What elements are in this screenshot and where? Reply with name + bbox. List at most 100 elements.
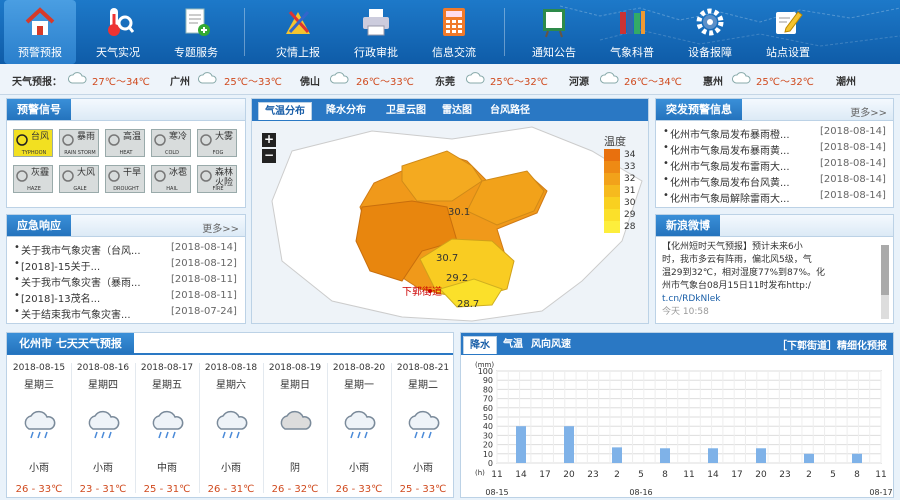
ticker-temp: 26℃～33℃ xyxy=(356,77,414,88)
nav-item-science[interactable]: 气象科普 xyxy=(596,0,668,64)
list-item-date: [2018-08-12] xyxy=(171,258,237,269)
weibo-link[interactable]: t.cn/RDkNlek xyxy=(662,293,874,306)
day-separator xyxy=(263,363,264,493)
warning-en-label: HAIL xyxy=(166,186,178,192)
nav-label: 预警预报 xyxy=(18,46,62,59)
x-tick-label: 8 xyxy=(854,470,860,480)
forecast-weather: 小雨 xyxy=(29,463,49,474)
tab-wind[interactable]: 风向风速 xyxy=(525,336,577,354)
y-tick-label: 0 xyxy=(488,459,493,468)
nav-item-notice[interactable]: 通知公告 xyxy=(518,0,590,64)
bullet: • xyxy=(14,274,20,285)
ticker-label: 天气预报： xyxy=(12,77,62,88)
x-tick-label: 17 xyxy=(731,470,742,480)
forecast-date: 2018-08-15 xyxy=(12,363,66,373)
nav-item-warning-forecast[interactable]: 预警预报 xyxy=(4,0,76,64)
forecast-date: 2018-08-19 xyxy=(268,363,322,373)
fire-warning-icon[interactable]: 森林火险 FIRE xyxy=(197,165,237,193)
nav-item-admin-approval[interactable]: 行政审批 xyxy=(340,0,412,64)
ticker-city: 佛山 xyxy=(300,77,320,88)
tab-temperature[interactable]: 气温分布 xyxy=(258,102,312,120)
weibo-line: 【化州短时天气预报】预计未来6小 xyxy=(662,242,803,252)
nav-item-disaster-report[interactable]: 灾情上报 xyxy=(262,0,334,64)
forecast-ticker: 天气预报： 27℃～34℃ 广州 25℃～33℃ 佛山 26℃～33℃ 东莞 2… xyxy=(0,64,900,95)
zoom-out-button[interactable]: − xyxy=(262,149,276,163)
legend-value: 32 xyxy=(624,174,636,184)
list-item[interactable]: 化州市气象局解除雷雨大... [2018-08-14] • xyxy=(663,190,886,205)
nav-item-special-service[interactable]: 专题服务 xyxy=(160,0,232,64)
x-tick-label: 8 xyxy=(662,470,668,480)
fog-warning-icon[interactable]: 大雾 FOG xyxy=(197,129,237,157)
tab-precipitation[interactable]: 降水分布 xyxy=(320,102,372,120)
gale-warning-icon[interactable]: 大风 GALE xyxy=(59,165,99,193)
list-item[interactable]: 关于结束我市气象灾害... [2018-07-24] • xyxy=(14,306,237,321)
list-item[interactable]: [2018]-13茂名... [2018-08-11] • xyxy=(14,290,237,305)
forecast-weather: 小雨 xyxy=(93,463,113,474)
thermometer-icon xyxy=(108,8,134,36)
more-link[interactable]: 更多>> xyxy=(850,104,887,119)
list-item-text: 关于结束我市气象灾害... xyxy=(21,310,131,321)
cloud-icon xyxy=(198,72,217,84)
x-tick-label: 14 xyxy=(707,470,719,480)
list-item-date: [2018-08-14] xyxy=(820,174,886,185)
warning-en-label: FIRE xyxy=(212,186,224,192)
haze-warning-icon[interactable]: 灰霾 HAZE xyxy=(13,165,53,193)
list-item[interactable]: 化州市气象局发布暴雨橙... [2018-08-14] • xyxy=(663,126,886,141)
temperature-map-panel: 气温分布 降水分布 卫星云图 雷达图 台风路径 30.1 30.7 29.2 2… xyxy=(251,98,649,324)
list-item[interactable]: 关于我市气象灾害（暴雨... [2018-08-11] • xyxy=(14,274,237,289)
panel-title: 预警信号 xyxy=(7,99,71,120)
list-item[interactable]: 化州市气象局发布暴雨黄... [2018-08-14] • xyxy=(663,142,886,157)
day-separator xyxy=(391,363,392,493)
legend-value: 31 xyxy=(624,186,636,196)
bullet: • xyxy=(663,174,669,185)
nav-label: 专题服务 xyxy=(174,46,218,59)
typhoon-warning-icon[interactable]: 台风 TYPHOON xyxy=(13,129,53,157)
tab-satellite[interactable]: 卫星云图 xyxy=(380,102,432,120)
warning-symbol-icon xyxy=(62,134,74,146)
panel-title: 应急响应 xyxy=(7,215,71,236)
nav-item-device-report[interactable]: 设备报障 xyxy=(674,0,746,64)
forecast-date: 2018-08-17 xyxy=(140,363,194,373)
ticker-temp: 26℃～34℃ xyxy=(624,77,682,88)
heat-warning-icon[interactable]: 高温 HEAT xyxy=(105,129,145,157)
zoom-in-button[interactable]: + xyxy=(262,133,276,147)
weibo-scrollbar[interactable] xyxy=(881,245,889,319)
warning-en-label: HAZE xyxy=(27,186,41,192)
cold-warning-icon[interactable]: 寒冷 COLD xyxy=(151,129,191,157)
rainstorm-warning-icon[interactable]: 暴雨 RAIN STORM xyxy=(59,129,99,157)
list-item[interactable]: 关于我市气象灾害（台风... [2018-08-14] • xyxy=(14,242,237,257)
y-axis-unit: (mm) xyxy=(475,361,494,369)
panel-header: 预警信号 xyxy=(7,99,245,121)
tab-radar[interactable]: 雷达图 xyxy=(436,102,478,120)
date-label: 08-17 xyxy=(869,488,892,497)
forecast-day: 2018-08-16 星期四 小雨 23 - 31℃ xyxy=(71,363,135,497)
warning-symbol-icon xyxy=(154,170,166,182)
hail-warning-icon[interactable]: 冰雹 HAIL xyxy=(151,165,191,193)
nav-item-weather-live[interactable]: 天气实况 xyxy=(82,0,154,64)
forecast-temp: 25 - 33℃ xyxy=(399,484,447,495)
forecast-temp: 26 - 31℃ xyxy=(207,484,255,495)
precip-bar xyxy=(708,448,718,463)
precip-bar xyxy=(660,448,670,463)
nav-separator xyxy=(244,8,245,56)
list-item-date: [2018-08-11] xyxy=(171,290,237,301)
list-item[interactable]: [2018]-15关于... [2018-08-12] • xyxy=(14,258,237,273)
list-item[interactable]: 化州市气象局发布雷雨大... [2018-08-14] • xyxy=(663,158,886,173)
cloud-icon xyxy=(68,72,87,84)
warning-cn-label: 台风 xyxy=(30,132,49,142)
drought-warning-icon[interactable]: 干旱 DROUGHT xyxy=(105,165,145,193)
temperature-map[interactable]: 30.1 30.7 29.2 28.7 下郭街道 xyxy=(252,121,648,323)
warning-cn-label: 暴雨 xyxy=(76,132,95,142)
y-tick-label: 70 xyxy=(483,395,493,404)
more-link[interactable]: 更多>> xyxy=(202,220,239,235)
tab-typhoon[interactable]: 台风路径 xyxy=(484,102,536,120)
tab-precip[interactable]: 降水 xyxy=(463,336,497,354)
nav-item-info-exchange[interactable]: 信息交流 xyxy=(418,0,490,64)
warning-cn-label: 灰霾 xyxy=(30,168,49,178)
list-item-text: 化州市气象局发布雷雨大... xyxy=(670,162,790,173)
ticker-temp: 25℃～32℃ xyxy=(490,77,548,88)
forecast-date: 2018-08-20 xyxy=(332,363,386,373)
nav-item-site-settings[interactable]: 站点设置 xyxy=(752,0,824,64)
precipitation-forecast-panel: 降水 气温 风向风速 ［下郭街道］精细化预报 0 10 20 30 40 50 60 70 80… xyxy=(460,332,894,498)
list-item[interactable]: 化州市气象局发布台风黄... [2018-08-14] • xyxy=(663,174,886,189)
